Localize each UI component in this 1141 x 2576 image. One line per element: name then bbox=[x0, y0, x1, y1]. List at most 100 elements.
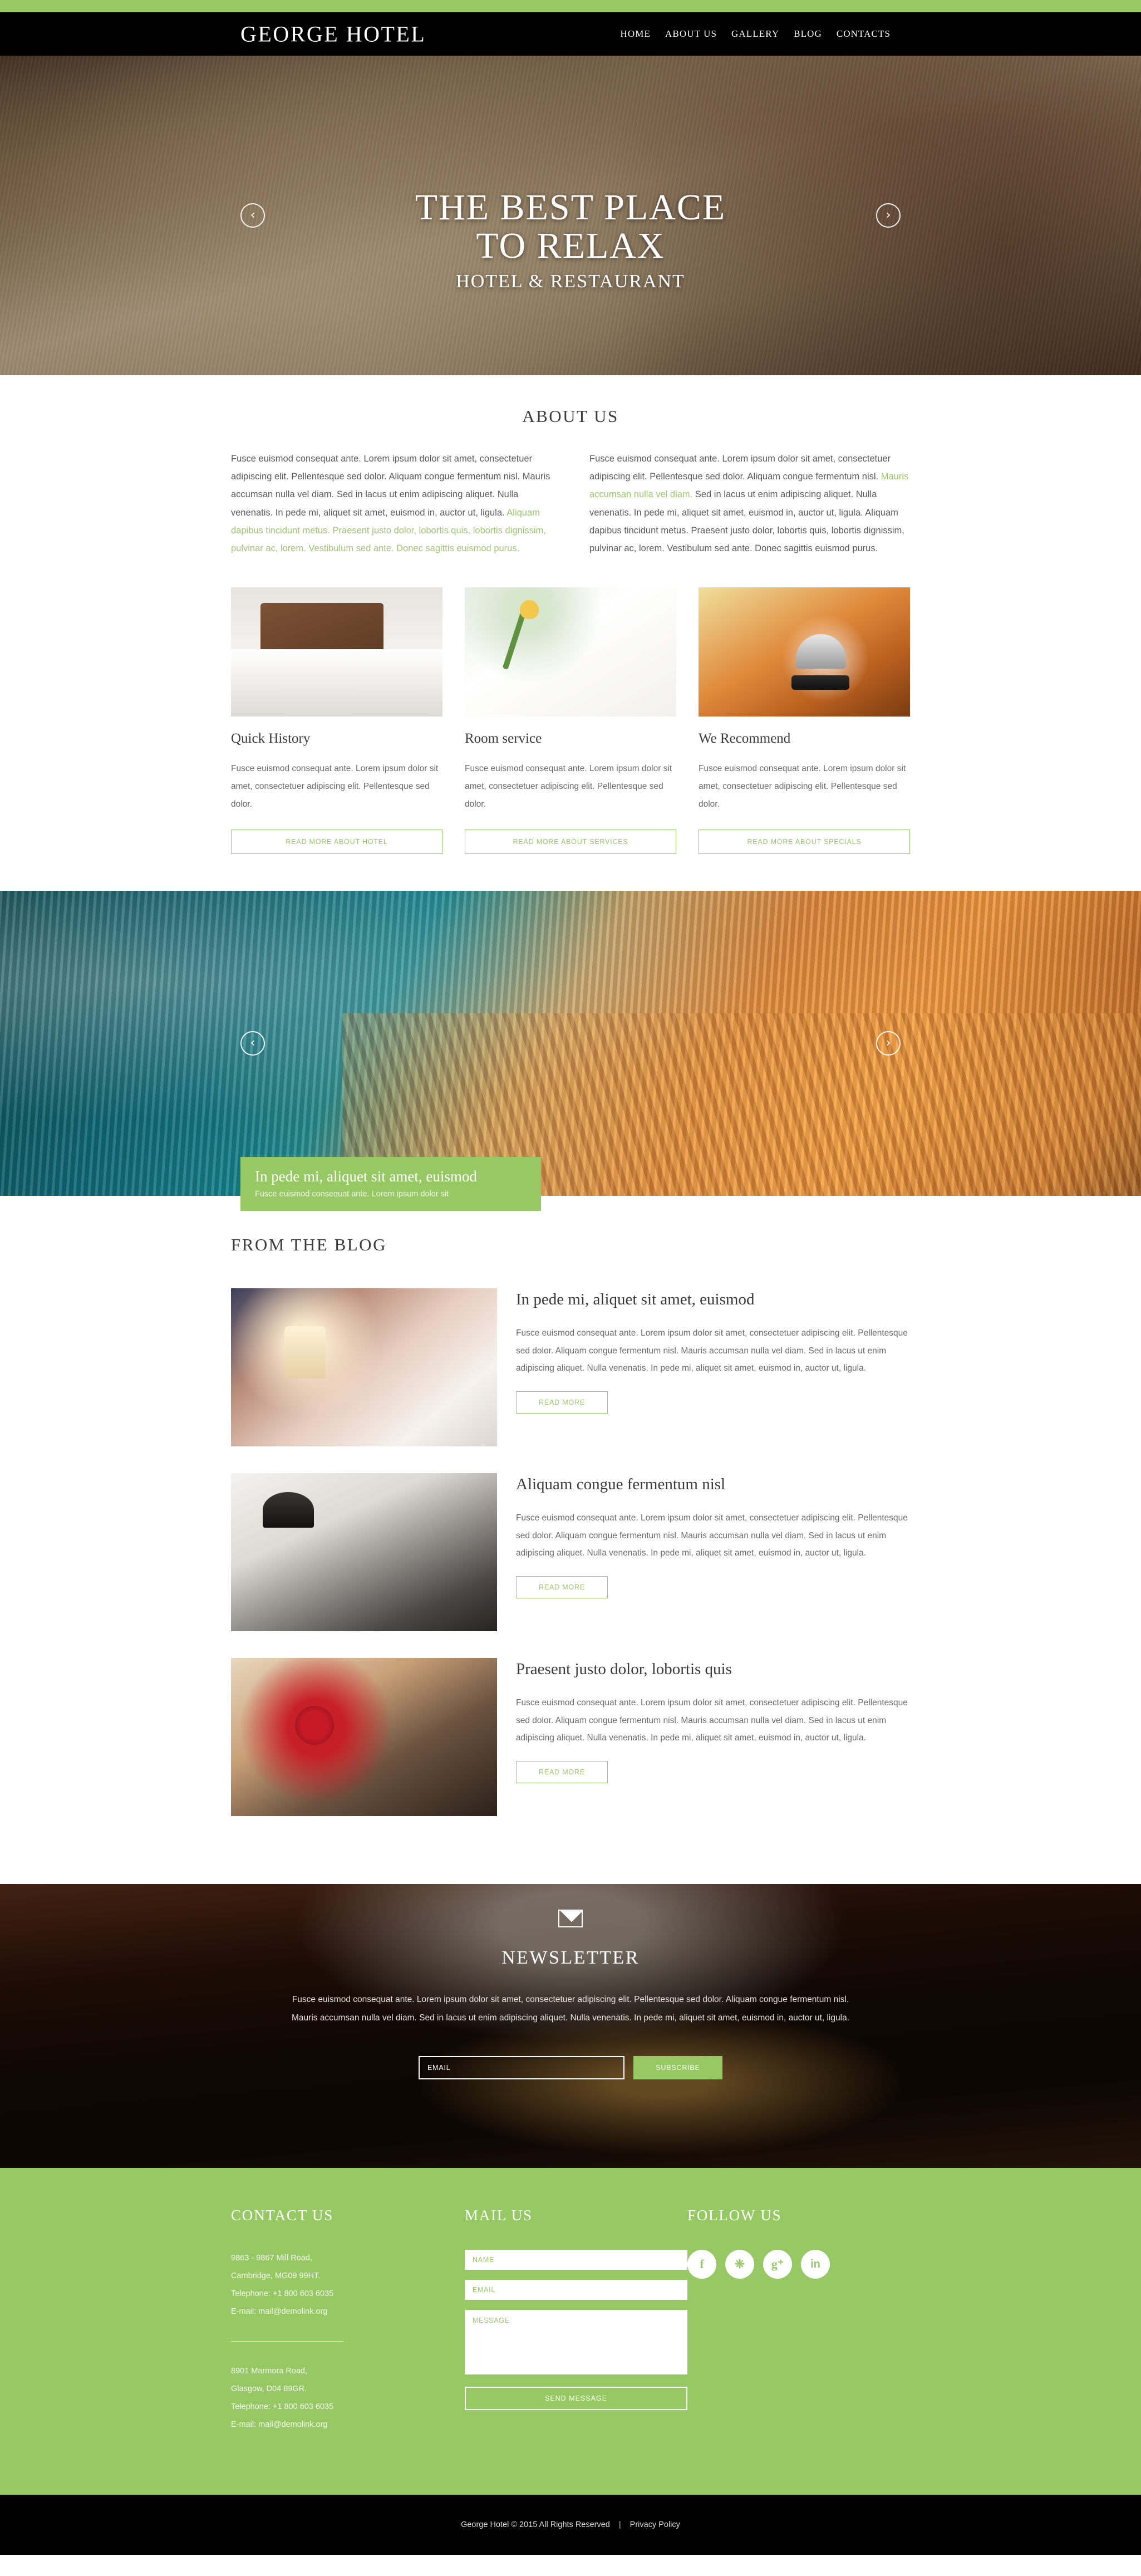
red-roses-photo[interactable] bbox=[231, 1658, 497, 1817]
copyright-text: George Hotel © 2015 All Rights Reserved bbox=[461, 2520, 610, 2530]
pool-slider: ‹ › bbox=[0, 891, 1141, 1196]
blog-post-body: Praesent justo dolor, lobortis quis Fusc… bbox=[516, 1658, 910, 1816]
blog-post: Aliquam congue fermentum nisl Fusce euis… bbox=[231, 1473, 910, 1632]
about-right-text-1: Fusce euismod consequat ante. Lorem ipsu… bbox=[589, 454, 891, 482]
hero-next-button[interactable]: › bbox=[876, 203, 901, 228]
read-more-specials-button[interactable]: READ MORE ABOUT SPECIALS bbox=[699, 830, 910, 855]
hero-caption: THE BEST PLACE TO RELAX HOTEL & RESTAURA… bbox=[0, 188, 1141, 292]
nav-item-gallery[interactable]: GALLERY bbox=[731, 28, 779, 40]
chevron-left-icon: ‹ bbox=[250, 1036, 255, 1051]
feature-card-text: Fusce euismod consequat ante. Lorem ipsu… bbox=[699, 764, 906, 809]
about-section: ABOUT US Fusce euismod consequat ante. L… bbox=[0, 375, 1141, 891]
contact-name-input[interactable] bbox=[465, 2250, 687, 2270]
pool-prev-button[interactable]: ‹ bbox=[240, 1031, 265, 1056]
main-nav: HOME ABOUT US GALLERY BLOG CONTACTS bbox=[621, 28, 891, 40]
follow-us-heading: FOLLOW US bbox=[687, 2207, 782, 2224]
facebook-icon[interactable]: f bbox=[687, 2250, 716, 2279]
address2-telephone: Telephone: +1 800 603 6035 bbox=[231, 2402, 334, 2411]
chevron-left-icon: ‹ bbox=[250, 208, 255, 222]
read-more-services-button[interactable]: READ MORE ABOUT SERVICES bbox=[465, 830, 676, 855]
blog-section: FROM THE BLOG In pede mi, aliquet sit am… bbox=[0, 1196, 1141, 1885]
feature-card: Room service Fusce euismod consequat ant… bbox=[465, 587, 676, 855]
about-columns: Fusce euismod consequat ante. Lorem ipsu… bbox=[231, 450, 910, 557]
hotel-bed-photo bbox=[231, 587, 442, 717]
pool-slider-caption: In pede mi, aliquet sit amet, euismod Fu… bbox=[240, 1157, 541, 1211]
blog-post-text: Fusce euismod consequat ante. Lorem ipsu… bbox=[516, 1513, 908, 1558]
blog-post-body: In pede mi, aliquet sit amet, euismod Fu… bbox=[516, 1288, 910, 1446]
blog-post-title[interactable]: Aliquam congue fermentum nisl bbox=[516, 1475, 910, 1494]
newsletter-subscribe-button[interactable]: SUBSCRIBE bbox=[633, 2056, 722, 2080]
address-block-1: 9863 - 9867 Mill Road, Cambridge, MG09 9… bbox=[231, 2250, 465, 2321]
blog-post-title[interactable]: Praesent justo dolor, lobortis quis bbox=[516, 1660, 910, 1679]
hero-prev-button[interactable]: ‹ bbox=[240, 203, 265, 228]
bottom-separator: | bbox=[618, 2520, 621, 2530]
address1-email[interactable]: E-mail: mail@demolink.org bbox=[231, 2303, 465, 2321]
blog-post: Praesent justo dolor, lobortis quis Fusc… bbox=[231, 1658, 910, 1817]
twitter-icon[interactable]: ❈ bbox=[725, 2250, 754, 2279]
site-footer: CONTACT US 9863 - 9867 Mill Road, Cambri… bbox=[0, 2168, 1141, 2495]
mail-us-heading: MAIL US bbox=[465, 2207, 533, 2224]
blog-title: FROM THE BLOG bbox=[231, 1235, 387, 1255]
white-lounge-photo[interactable] bbox=[231, 1288, 497, 1447]
address2-street: 8901 Marmora Road, bbox=[231, 2366, 308, 2376]
feature-card-title: Quick History bbox=[231, 731, 311, 747]
blog-post: In pede mi, aliquet sit amet, euismod Fu… bbox=[231, 1288, 910, 1447]
social-links: f ❈ g⁺ in bbox=[687, 2250, 910, 2279]
pool-next-button[interactable]: › bbox=[876, 1031, 901, 1056]
read-more-hotel-button[interactable]: READ MORE ABOUT HOTEL bbox=[231, 830, 442, 855]
footer-contact-column: CONTACT US 9863 - 9867 Mill Road, Cambri… bbox=[231, 2207, 465, 2433]
bedside-lamp-photo[interactable] bbox=[231, 1473, 497, 1632]
towels-rose-photo bbox=[465, 587, 676, 717]
about-left-text: Fusce euismod consequat ante. Lorem ipsu… bbox=[231, 454, 550, 518]
nav-item-about-us[interactable]: ABOUT US bbox=[665, 28, 717, 40]
blog-post-title[interactable]: In pede mi, aliquet sit amet, euismod bbox=[516, 1291, 910, 1309]
brand-logo[interactable]: GEORGE HOTEL bbox=[240, 21, 426, 47]
blog-read-more-button[interactable]: READ MORE bbox=[516, 1391, 608, 1414]
footer-divider bbox=[231, 2341, 343, 2342]
contact-us-heading: CONTACT US bbox=[231, 2207, 334, 2224]
hero-line-1: THE BEST PLACE bbox=[415, 187, 726, 228]
hero-line-2: TO RELAX bbox=[476, 225, 665, 267]
chevron-right-icon: › bbox=[886, 208, 891, 222]
nav-item-contacts[interactable]: CONTACTS bbox=[837, 28, 891, 40]
chevron-right-icon: › bbox=[886, 1036, 891, 1051]
newsletter-title: NEWSLETTER bbox=[501, 1947, 640, 1969]
newsletter-email-input[interactable] bbox=[419, 2056, 624, 2080]
linkedin-icon[interactable]: in bbox=[801, 2250, 830, 2279]
newsletter-form: SUBSCRIBE bbox=[0, 2056, 1141, 2080]
nav-item-blog[interactable]: BLOG bbox=[794, 28, 822, 40]
hero-subtitle: HOTEL & RESTAURANT bbox=[456, 271, 685, 292]
address2-city: Glasgow, D04 89GR. bbox=[231, 2384, 307, 2393]
about-title: ABOUT US bbox=[522, 406, 619, 426]
address2-email[interactable]: E-mail: mail@demolink.org bbox=[231, 2416, 465, 2434]
top-accent-bar bbox=[0, 0, 1141, 24]
send-message-button[interactable]: SEND MESSAGE bbox=[465, 2387, 687, 2411]
newsletter-text: Fusce euismod consequat ante. Lorem ipsu… bbox=[292, 1995, 849, 2023]
blog-post-body: Aliquam congue fermentum nisl Fusce euis… bbox=[516, 1473, 910, 1631]
hero-slider: THE BEST PLACE TO RELAX HOTEL & RESTAURA… bbox=[0, 56, 1141, 375]
privacy-policy-link[interactable]: Privacy Policy bbox=[630, 2520, 680, 2529]
blog-read-more-button[interactable]: READ MORE bbox=[516, 1576, 608, 1599]
footer-bottom-bar: George Hotel © 2015 All Rights Reserved … bbox=[0, 2495, 1141, 2555]
envelope-icon bbox=[558, 1910, 583, 1928]
blog-post-text: Fusce euismod consequat ante. Lorem ipsu… bbox=[516, 1328, 908, 1373]
about-column-right: Fusce euismod consequat ante. Lorem ipsu… bbox=[589, 450, 910, 557]
feature-card: We Recommend Fusce euismod consequat ant… bbox=[699, 587, 910, 855]
footer-follow-column: FOLLOW US f ❈ g⁺ in bbox=[687, 2207, 910, 2433]
site-header: GEORGE HOTEL HOME ABOUT US GALLERY BLOG … bbox=[0, 12, 1141, 56]
pool-caption-title: In pede mi, aliquet sit amet, euismod bbox=[255, 1168, 477, 1185]
contact-message-input[interactable] bbox=[465, 2310, 687, 2375]
google-plus-icon[interactable]: g⁺ bbox=[763, 2250, 792, 2279]
feature-card-title: Room service bbox=[465, 731, 542, 747]
page-root: GEORGE HOTEL HOME ABOUT US GALLERY BLOG … bbox=[0, 0, 1141, 2555]
feature-card-text: Fusce euismod consequat ante. Lorem ipsu… bbox=[231, 764, 439, 809]
blog-read-more-button[interactable]: READ MORE bbox=[516, 1761, 608, 1784]
feature-card-text: Fusce euismod consequat ante. Lorem ipsu… bbox=[465, 764, 672, 809]
feature-card-title: We Recommend bbox=[699, 731, 791, 747]
pool-caption-text: Fusce euismod consequat ante. Lorem ipsu… bbox=[255, 1190, 449, 1199]
footer-mail-column: MAIL US SEND MESSAGE bbox=[465, 2207, 687, 2433]
address1-telephone: Telephone: +1 800 603 6035 bbox=[231, 2289, 334, 2299]
nav-item-home[interactable]: HOME bbox=[621, 28, 651, 40]
contact-email-input[interactable] bbox=[465, 2280, 687, 2300]
newsletter-section: NEWSLETTER Fusce euismod consequat ante.… bbox=[0, 1884, 1141, 2168]
